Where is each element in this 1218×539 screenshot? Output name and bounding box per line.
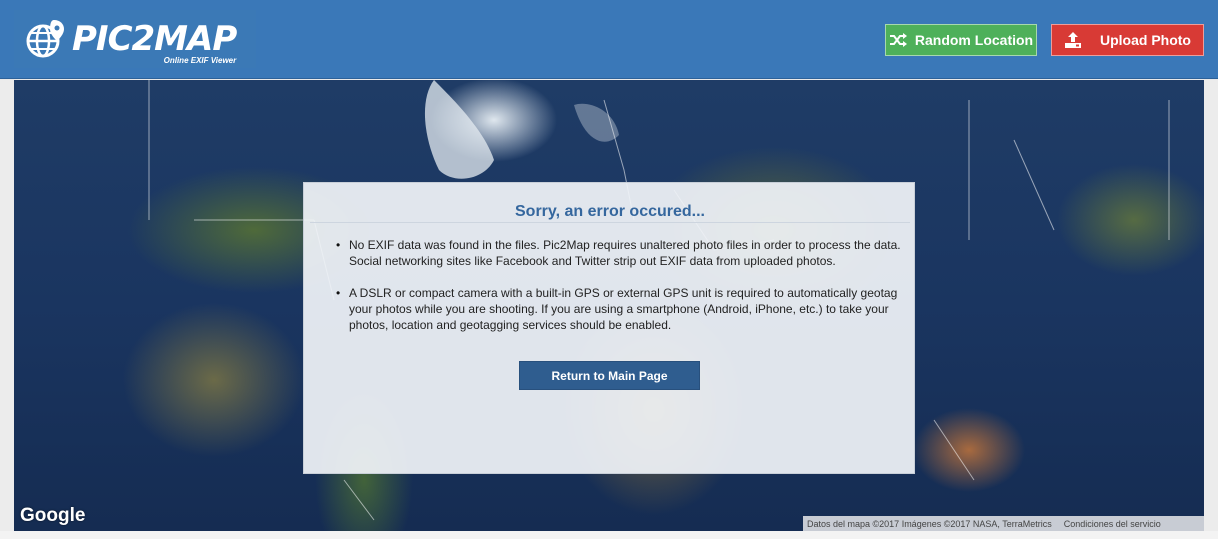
shuffle-icon (889, 33, 907, 47)
terms-of-service-link[interactable]: Condiciones del servicio (1064, 519, 1161, 529)
page-footer-strip (0, 531, 1218, 539)
error-list: No EXIF data was found in the files. Pic… (324, 237, 904, 349)
site-header: PIC2MAP Online EXIF Viewer Random Locati… (0, 0, 1218, 79)
upload-photo-label: Upload Photo (1100, 32, 1191, 48)
logo-text: PIC2MAP Online EXIF Viewer (72, 19, 237, 65)
divider (310, 222, 910, 223)
error-title: Sorry, an error occured... (515, 203, 705, 220)
list-item: No EXIF data was found in the files. Pic… (324, 237, 904, 269)
upload-icon (1065, 32, 1081, 48)
random-location-label: Random Location (914, 32, 1034, 48)
error-panel: Sorry, an error occured... No EXIF data … (303, 182, 915, 474)
google-logo: Google (20, 505, 86, 526)
upload-photo-button[interactable]: Upload Photo (1051, 24, 1204, 56)
logo-title: PIC2MAP (72, 19, 237, 59)
map-data-credit: Datos del mapa ©2017 Imágenes ©2017 NASA… (807, 518, 1052, 529)
return-to-main-button[interactable]: Return to Main Page (519, 361, 700, 390)
random-location-button[interactable]: Random Location (885, 24, 1037, 56)
map-attribution: Datos del mapa ©2017 Imágenes ©2017 NASA… (803, 516, 1204, 531)
globe-icon (26, 20, 64, 58)
logo-subtitle: Online EXIF Viewer (163, 56, 237, 65)
list-item: A DSLR or compact camera with a built-in… (324, 285, 904, 333)
page-margin-right (1204, 80, 1218, 531)
site-logo[interactable]: PIC2MAP Online EXIF Viewer (14, 10, 256, 68)
page-margin-left (0, 80, 14, 531)
